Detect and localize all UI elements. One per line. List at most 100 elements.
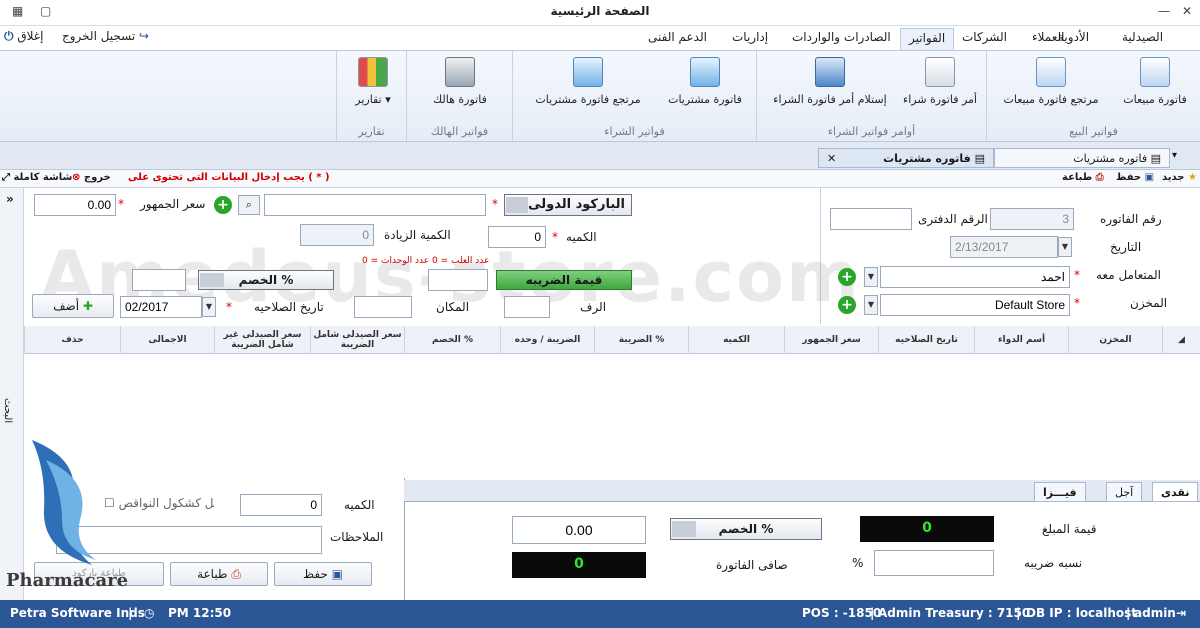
date-field[interactable] <box>950 236 1058 258</box>
tab-support[interactable]: الدعم الفنى <box>640 28 715 50</box>
print-button[interactable]: طباعة ⎙ <box>170 562 268 586</box>
add-item-icon[interactable]: + <box>214 196 232 214</box>
sales-return-button[interactable]: مرتجع فاتورة مبيعات <box>993 57 1109 106</box>
sales-invoice-button[interactable]: فاتورة مبيعات <box>1113 57 1197 106</box>
tab-visa[interactable]: فيـــزا <box>1034 482 1086 502</box>
exit-button[interactable]: ⊗ خروج <box>72 172 111 183</box>
restore-icon[interactable]: ▢ <box>40 4 51 18</box>
shelf-field[interactable] <box>504 296 550 318</box>
print-toolbar-button[interactable]: طباعة ⎙ <box>1062 172 1104 183</box>
party-dropdown-icon[interactable]: ▼ <box>864 267 878 287</box>
app-menu-icon[interactable]: ▦ <box>12 4 23 18</box>
tab-pharmacy[interactable]: الصيدلية <box>1114 28 1171 50</box>
reports-button[interactable]: تقارير ▾ <box>343 57 403 106</box>
col-medicine-name[interactable]: أسم الدواء <box>974 326 1068 354</box>
store-field[interactable] <box>880 294 1070 316</box>
add-party-icon[interactable]: + <box>838 268 856 286</box>
expiry-field[interactable] <box>120 296 202 318</box>
discount-field[interactable] <box>132 269 186 291</box>
tab-credit[interactable]: آجل <box>1106 482 1143 502</box>
close-window-icon[interactable]: ✕ <box>1182 4 1192 18</box>
status-pos: POS : -1850 <box>802 606 882 620</box>
receive-order-button[interactable]: إستلام أمر فاتورة الشراء <box>765 57 895 106</box>
signout-button[interactable]: تسجيل الخروج ↪ <box>62 29 149 43</box>
qty-field[interactable] <box>488 226 546 248</box>
col-delete[interactable]: حذف <box>24 326 120 354</box>
barcode-toggle-icon[interactable] <box>506 197 528 213</box>
required-star: * <box>1074 268 1080 282</box>
add-button[interactable]: أضف ✚ <box>32 294 114 318</box>
party-field[interactable] <box>880 266 1070 288</box>
book-number-label: الرقم الدفترى <box>918 212 988 226</box>
fullscreen-button[interactable]: ⤢ شاشة كاملة <box>2 172 72 183</box>
col-store[interactable]: المخزن <box>1068 326 1162 354</box>
place-field[interactable] <box>354 296 412 318</box>
col-tax-per-unit[interactable]: الضريبة / وحده <box>500 326 594 354</box>
close-app-button[interactable]: ⏻ إغلاق <box>4 29 43 44</box>
plus-icon: ✚ <box>82 299 93 313</box>
ignore-shortages-checkbox[interactable]: ☐ تجاهل كشكول النواقص <box>104 496 214 510</box>
col-discount[interactable]: الخصم % <box>404 326 500 354</box>
group-sales: فاتورة مبيعات مرتجع فاتورة مبيعات فواتير… <box>986 51 1200 141</box>
tax-value-label: قيمة الضريبه <box>496 270 632 290</box>
tabs-dropdown-icon[interactable]: ▾ <box>1172 150 1177 161</box>
tab-admin[interactable]: إداريات <box>724 28 776 50</box>
tab-customers[interactable]: العملاء <box>1024 28 1073 50</box>
tax-value-field[interactable] <box>428 269 488 291</box>
select-all-icon[interactable]: ◢ <box>1162 326 1200 354</box>
logout-icon[interactable]: ⇥ <box>1176 606 1186 620</box>
expiry-dropdown-icon[interactable]: ▼ <box>202 297 216 317</box>
save-button[interactable]: حفظ ▣ <box>274 562 372 586</box>
bar-chart-icon <box>358 57 388 87</box>
doc-tab-purchase-1[interactable]: فاتوره مشتريات ▤ <box>994 148 1170 168</box>
col-public-price[interactable]: سعر الجمهور <box>784 326 878 354</box>
book-number-field[interactable] <box>830 208 912 230</box>
save-toolbar-button[interactable]: حفظ ▣ <box>1116 172 1154 183</box>
ribbon-body: فاتورة مبيعات مرتجع فاتورة مبيعات فواتير… <box>0 50 1200 142</box>
bottom-qty-field[interactable] <box>240 494 322 516</box>
col-tax-percent[interactable]: الضريبة % <box>594 326 688 354</box>
group-purchases: فاتورة مشتريات مرتجع فاتورة مشتريات فوات… <box>512 51 756 141</box>
date-dropdown-icon[interactable]: ▼ <box>1058 237 1072 257</box>
col-total[interactable]: الاجمالى <box>120 326 214 354</box>
tax-ratio-field[interactable] <box>874 550 994 576</box>
public-price-label: سعر الجمهور <box>140 197 206 211</box>
document-tabs: ▾ فاتوره مشتريات ▤ ✕ فاتوره مشتريات ▤ <box>0 142 1200 170</box>
search-icon[interactable]: ⌕ <box>238 195 260 215</box>
total-discount-toggle-icon[interactable] <box>672 521 696 537</box>
col-qty[interactable]: الكميه <box>688 326 784 354</box>
new-button[interactable]: جديد ★ <box>1162 172 1197 183</box>
tab-cash[interactable]: نقدى <box>1152 482 1199 502</box>
close-tab-icon[interactable]: ✕ <box>827 152 836 165</box>
purchase-invoice-button[interactable]: فاتورة مشتريات <box>657 57 753 106</box>
col-pharmacist-price-incl[interactable]: سعر الصيدلى شامل الضريبة <box>310 326 404 354</box>
col-expiry[interactable]: تاريخ الصلاحيه <box>878 326 974 354</box>
purchase-order-button[interactable]: أمر فاتورة شراء <box>897 57 983 106</box>
expand-sidebar-icon[interactable]: » <box>6 192 14 206</box>
minimize-icon[interactable]: — <box>1158 4 1170 18</box>
discount-toggle-icon[interactable] <box>200 273 224 287</box>
damaged-invoice-button[interactable]: فاتورة هالك <box>417 57 503 106</box>
tab-invoices[interactable]: الفواتير <box>900 28 955 50</box>
invoice-number-field[interactable] <box>990 208 1074 230</box>
purchase-return-button[interactable]: مرتجع فاتورة مشتريات <box>523 57 653 106</box>
col-pharmacist-price-excl[interactable]: سعر الصيدلى غير شامل الضريبة <box>214 326 310 354</box>
search-sidebar[interactable]: » البحث <box>0 188 24 600</box>
doc-tab-purchase-2[interactable]: ✕ فاتوره مشتريات ▤ <box>818 148 994 168</box>
tab-companies[interactable]: الشركات <box>954 28 1015 50</box>
net-display: 0 <box>512 552 646 578</box>
extra-qty-field[interactable] <box>300 224 374 246</box>
add-store-icon[interactable]: + <box>838 296 856 314</box>
store-dropdown-icon[interactable]: ▼ <box>864 295 878 315</box>
barcode-field[interactable] <box>264 194 486 216</box>
total-discount-field[interactable] <box>512 516 646 544</box>
purchase-return-icon <box>573 57 603 87</box>
required-star: * <box>492 197 498 211</box>
invoice-icon <box>1140 57 1170 87</box>
required-star: * <box>118 197 124 211</box>
tab-import-export[interactable]: الصادرات والواردات <box>784 28 899 50</box>
required-star: * <box>226 300 232 314</box>
group-reports: تقارير ▾ تقارير <box>336 51 406 141</box>
public-price-field[interactable] <box>34 194 116 216</box>
party-label: المتعامل معه <box>1096 268 1161 282</box>
